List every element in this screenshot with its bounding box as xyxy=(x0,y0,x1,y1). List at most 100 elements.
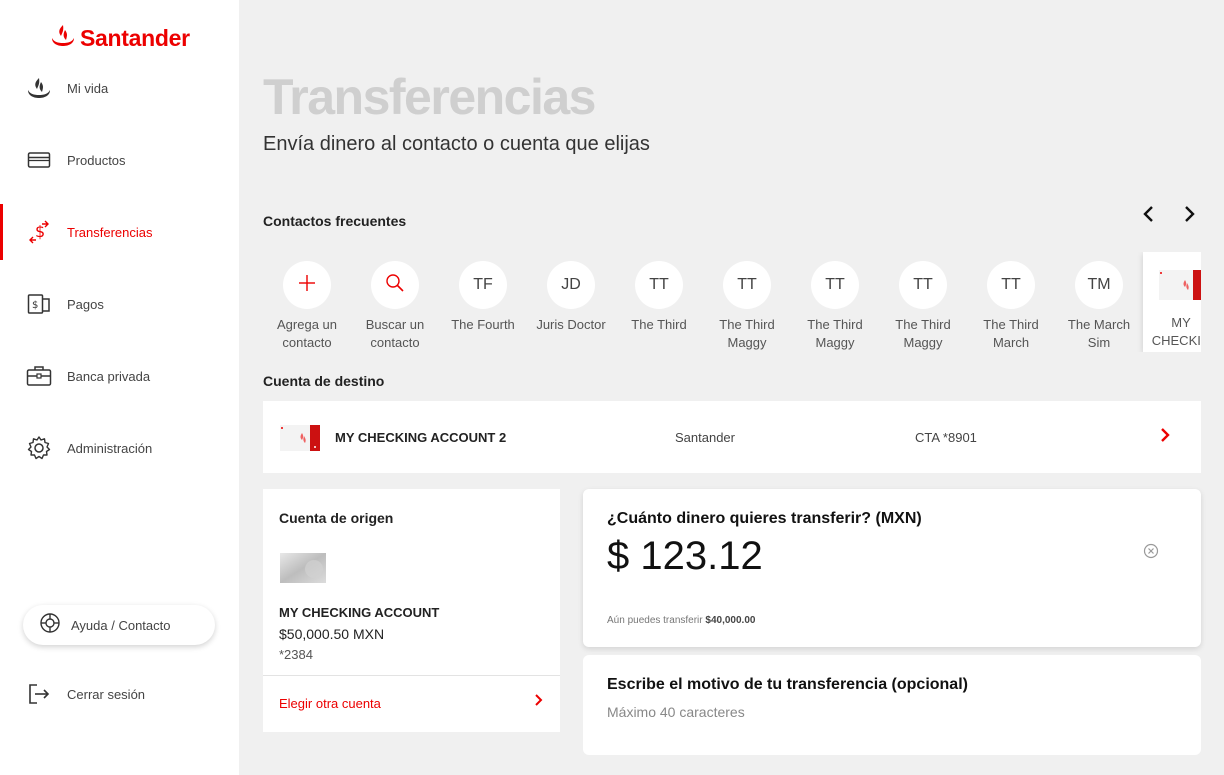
destination-bank: Santander xyxy=(675,429,735,445)
sidebar-item-label: Administración xyxy=(67,440,153,456)
sidebar-item-transferencias[interactable]: $ Transferencias xyxy=(0,204,239,260)
contacts-next-button[interactable] xyxy=(1177,204,1201,228)
bill-icon: $ xyxy=(26,291,52,317)
amount-card: ¿Cuánto dinero quieres transferir? (MXN)… xyxy=(583,489,1201,647)
destination-account-number: CTA *8901 xyxy=(915,429,977,445)
sidebar-item-pagos[interactable]: $ Pagos xyxy=(0,276,239,332)
amount-input[interactable] xyxy=(607,531,1127,581)
motive-card: Escribe el motivo de tu transferencia (o… xyxy=(583,655,1201,755)
chevron-right-icon xyxy=(1159,427,1171,448)
contact-avatar: TT xyxy=(635,261,683,309)
origin-account-name: MY CHECKING ACCOUNT xyxy=(279,605,440,620)
sidebar-item-label: Pagos xyxy=(67,296,104,312)
contact-avatar xyxy=(283,261,331,309)
contact-avatar: TT xyxy=(987,261,1035,309)
frequent-contacts-list: Agrega un contacto Buscar un contacto TF… xyxy=(263,252,1201,352)
contact-name: The Fourth xyxy=(451,317,515,332)
account-card-icon xyxy=(1159,270,1201,300)
contact-name: The Third Maggy xyxy=(807,317,863,350)
brand-name: Santander xyxy=(80,25,190,51)
destination-account-row[interactable]: MY CHECKING ACCOUNT 2 Santander CTA *890… xyxy=(263,401,1201,473)
silver-card-icon xyxy=(280,553,326,588)
contact-name: Buscar un contacto xyxy=(365,317,425,350)
contact-avatar xyxy=(371,261,419,309)
add-contact-button[interactable]: Agrega un contacto xyxy=(263,252,351,352)
contact-name: Juris Doctor xyxy=(536,317,606,332)
logout-icon xyxy=(26,681,52,707)
contact-name: The Third Maggy xyxy=(719,317,775,350)
destination-account-label: Cuenta de destino xyxy=(263,373,385,389)
santander-flame-icon xyxy=(50,24,76,53)
origin-account-card: Cuenta de origen MY CHECKING ACCOUNT $50… xyxy=(263,489,560,732)
divider xyxy=(263,675,560,676)
destination-account-name: MY CHECKING ACCOUNT 2 xyxy=(335,429,507,445)
chevron-left-icon xyxy=(1142,205,1156,228)
contact-name: MY CHECKIN xyxy=(1151,315,1201,348)
lifebuoy-icon xyxy=(39,612,61,639)
briefcase-icon xyxy=(26,363,52,389)
sidebar-item-label: Productos xyxy=(67,152,126,168)
sidebar: Santander Mi vida Productos $ Transferen… xyxy=(0,0,239,775)
contact-item[interactable]: TT The Third xyxy=(615,252,703,334)
contact-avatar: TT xyxy=(723,261,771,309)
main-content: Transferencias Envía dinero al contacto … xyxy=(239,0,1224,775)
contact-item[interactable]: TF The Fourth xyxy=(439,252,527,334)
motive-input[interactable] xyxy=(607,701,1167,723)
transfer-limit-value: $40,000.00 xyxy=(705,615,756,626)
contact-avatar: TT xyxy=(899,261,947,309)
transfer-limit: Aún puedes transferir $40,000.00 xyxy=(607,615,755,626)
contact-item[interactable]: JD Juris Doctor xyxy=(527,252,615,334)
contact-name: The March Sim xyxy=(1067,317,1131,350)
origin-account-number: *2384 xyxy=(279,647,313,662)
contacts-prev-button[interactable] xyxy=(1137,204,1161,228)
contact-avatar: TF xyxy=(459,261,507,309)
help-contact-button[interactable]: Ayuda / Contacto xyxy=(23,605,215,645)
transfer-limit-prefix: Aún puedes transferir xyxy=(607,615,706,626)
motive-question: Escribe el motivo de tu transferencia (o… xyxy=(607,676,968,693)
contact-item[interactable]: TT The Third Maggy xyxy=(791,252,879,352)
gear-icon xyxy=(26,435,52,461)
logout-label: Cerrar sesión xyxy=(67,686,146,702)
contact-item[interactable]: TT The Third Maggy xyxy=(879,252,967,352)
contact-item[interactable]: TT The Third Maggy xyxy=(703,252,791,352)
svg-text:$: $ xyxy=(35,222,45,241)
transfer-icon: $ xyxy=(26,219,52,245)
contact-name: Agrega un contacto xyxy=(277,317,337,350)
plus-icon xyxy=(298,274,316,297)
contact-item[interactable]: TT The Third March xyxy=(967,252,1055,352)
search-contact-button[interactable]: Buscar un contacto xyxy=(351,252,439,352)
contact-name: The Third March xyxy=(983,317,1039,350)
logout-button[interactable]: Cerrar sesión xyxy=(0,666,239,722)
sidebar-item-administracion[interactable]: Administración xyxy=(0,420,239,476)
clear-icon[interactable] xyxy=(1143,543,1159,564)
sidebar-item-banca-privada[interactable]: Banca privada xyxy=(0,348,239,404)
contact-item[interactable]: TM The March Sim xyxy=(1055,252,1143,352)
sidebar-item-label: Banca privada xyxy=(67,368,151,384)
contact-account-card[interactable]: MY CHECKIN xyxy=(1143,252,1201,352)
contact-avatar: JD xyxy=(547,261,595,309)
frequent-contacts-label: Contactos frecuentes xyxy=(263,213,407,229)
chevron-right-icon[interactable] xyxy=(534,693,544,712)
flame-icon xyxy=(26,75,52,101)
account-card-icon xyxy=(280,425,320,456)
amount-question: ¿Cuánto dinero quieres transferir? (MXN) xyxy=(607,510,922,527)
origin-account-balance: $50,000.50 MXN xyxy=(279,626,385,642)
santander-logo[interactable]: Santander xyxy=(50,24,190,53)
search-icon xyxy=(385,273,405,298)
page-subtitle: Envía dinero al contacto o cuenta que el… xyxy=(263,133,650,155)
choose-other-account-link[interactable]: Elegir otra cuenta xyxy=(279,696,381,711)
sidebar-item-mi-vida[interactable]: Mi vida xyxy=(0,60,239,116)
sidebar-item-label: Mi vida xyxy=(67,80,109,96)
card-icon xyxy=(26,147,52,173)
page-title: Transferencias xyxy=(263,69,596,125)
contact-avatar: TT xyxy=(811,261,859,309)
origin-account-title: Cuenta de origen xyxy=(279,510,394,526)
sidebar-item-productos[interactable]: Productos xyxy=(0,132,239,188)
sidebar-item-label: Transferencias xyxy=(67,224,153,240)
help-contact-label: Ayuda / Contacto xyxy=(71,617,171,633)
contact-name: The Third Maggy xyxy=(895,317,951,350)
contact-name: The Third xyxy=(631,317,687,332)
svg-text:$: $ xyxy=(32,300,38,311)
contact-avatar: TM xyxy=(1075,261,1123,309)
chevron-right-icon xyxy=(1182,205,1196,228)
